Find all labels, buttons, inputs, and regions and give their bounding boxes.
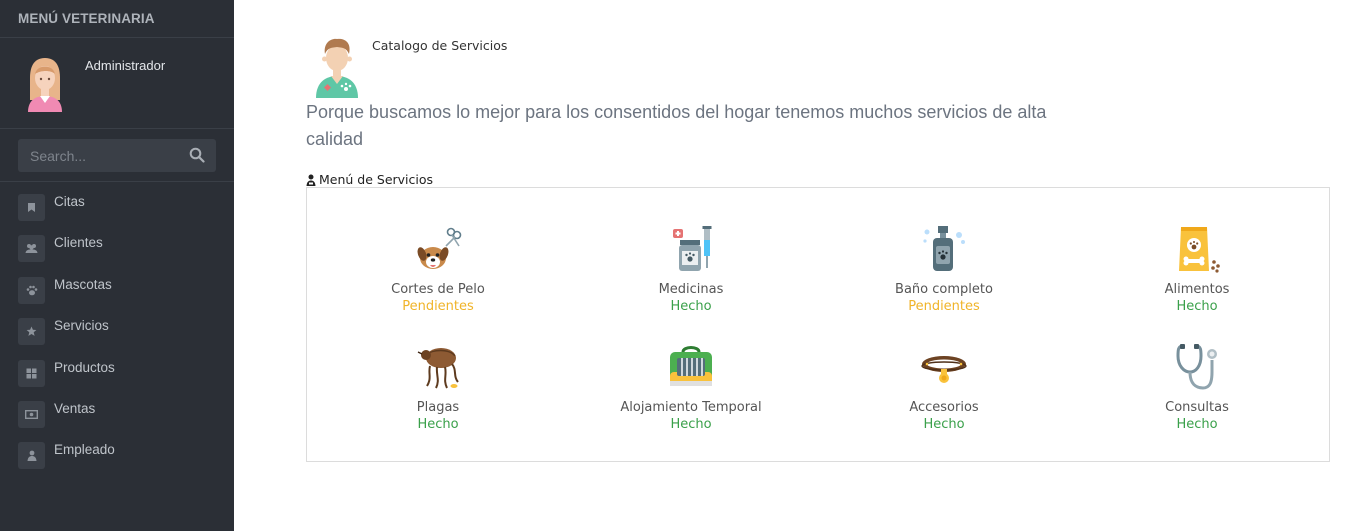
- page-title: Catalogo de Servicios: [372, 38, 508, 53]
- dog-grooming-icon: [417, 227, 462, 269]
- users-icon: [18, 235, 45, 263]
- service-name: Accesorios: [909, 400, 979, 415]
- service-status: Hecho: [1176, 299, 1218, 314]
- paw-icon: [18, 276, 45, 304]
- bookmark-icon: [18, 194, 45, 221]
- user-panel: Administrador: [0, 38, 234, 129]
- search-icon[interactable]: [189, 147, 205, 163]
- sidebar-item-ventas[interactable]: Ventas: [0, 395, 234, 436]
- sidebar-title: MENÚ VETERINARIA: [0, 0, 234, 38]
- user-icon: [18, 442, 45, 470]
- shampoo-icon: [923, 226, 965, 271]
- veterinarian-avatar: [316, 38, 358, 98]
- service-status: Hecho: [923, 417, 965, 432]
- sidebar-item-label: Citas: [54, 194, 85, 209]
- service-card[interactable]: Plagas Hecho: [338, 342, 538, 433]
- service-name: Cortes de Pelo: [391, 282, 485, 297]
- sidebar-item-mascotas[interactable]: Mascotas: [0, 271, 234, 312]
- service-status: Hecho: [417, 417, 459, 432]
- sidebar-item-clientes[interactable]: Clientes: [0, 229, 234, 270]
- user-name: Administrador: [85, 58, 166, 73]
- service-name: Medicinas: [658, 282, 724, 297]
- main-content: Catalogo de Servicios Porque buscamos lo…: [234, 0, 1366, 531]
- sidebar-item-label: Clientes: [54, 235, 103, 251]
- service-status: Hecho: [1176, 417, 1218, 432]
- service-card[interactable]: Alimentos Hecho: [1097, 224, 1297, 315]
- sidebar-item-label: Ventas: [54, 400, 96, 416]
- service-name: Plagas: [416, 400, 460, 415]
- sidebar-menu: Citas Clientes Mascotas Servicios Produc…: [0, 182, 234, 478]
- search-area: [0, 129, 234, 182]
- avatar: [28, 58, 62, 112]
- flea-icon: [417, 348, 459, 389]
- sidebar-item-empleado[interactable]: Empleado: [0, 436, 234, 477]
- service-status: Hecho: [670, 417, 712, 432]
- service-name: Consultas: [1165, 400, 1229, 415]
- sidebar: MENÚ VETERINARIA Administrador Search...…: [0, 0, 234, 531]
- service-name: Alojamiento Temporal: [620, 400, 762, 415]
- search-box: [18, 139, 216, 172]
- service-status: Pendientes: [402, 299, 474, 314]
- sidebar-item-label: Servicios: [54, 318, 109, 334]
- service-card[interactable]: Alojamiento Temporal Hecho: [591, 342, 791, 433]
- money-icon: [18, 400, 45, 428]
- service-card[interactable]: Cortes de Pelo Pendientes: [338, 224, 538, 315]
- pet-food-icon: [1179, 227, 1220, 273]
- service-card[interactable]: Consultas Hecho: [1097, 342, 1297, 433]
- page-description: Porque buscamos lo mejor para los consen…: [306, 102, 1047, 149]
- search-input[interactable]: [18, 139, 216, 172]
- sidebar-item-label: Empleado: [54, 442, 115, 458]
- collar-icon: [921, 356, 967, 383]
- doctor-icon: [306, 174, 316, 186]
- services-section-label: Menú de Servicios: [306, 172, 433, 187]
- star-icon: [18, 318, 45, 346]
- service-status: Pendientes: [908, 299, 980, 314]
- grid-icon: [18, 359, 45, 387]
- services-panel: Cortes de Pelo Pendientes Medicinas Hech…: [306, 187, 1330, 462]
- service-name: Baño completo: [895, 282, 993, 297]
- stethoscope-icon: [1176, 344, 1217, 390]
- services-section-text: Menú de Servicios: [319, 172, 434, 187]
- service-card[interactable]: Baño completo Pendientes: [844, 224, 1044, 315]
- sidebar-item-citas[interactable]: Citas: [0, 188, 234, 229]
- medicine-icon: [673, 226, 712, 271]
- service-name: Alimentos: [1164, 282, 1230, 297]
- sidebar-item-productos[interactable]: Productos: [0, 354, 234, 395]
- sidebar-item-label: Productos: [54, 359, 115, 375]
- sidebar-item-servicios[interactable]: Servicios: [0, 312, 234, 353]
- sidebar-item-label: Mascotas: [54, 276, 112, 292]
- service-card[interactable]: Medicinas Hecho: [591, 224, 791, 315]
- pet-carrier-icon: [670, 346, 712, 386]
- service-card[interactable]: Accesorios Hecho: [844, 342, 1044, 433]
- service-status: Hecho: [670, 299, 712, 314]
